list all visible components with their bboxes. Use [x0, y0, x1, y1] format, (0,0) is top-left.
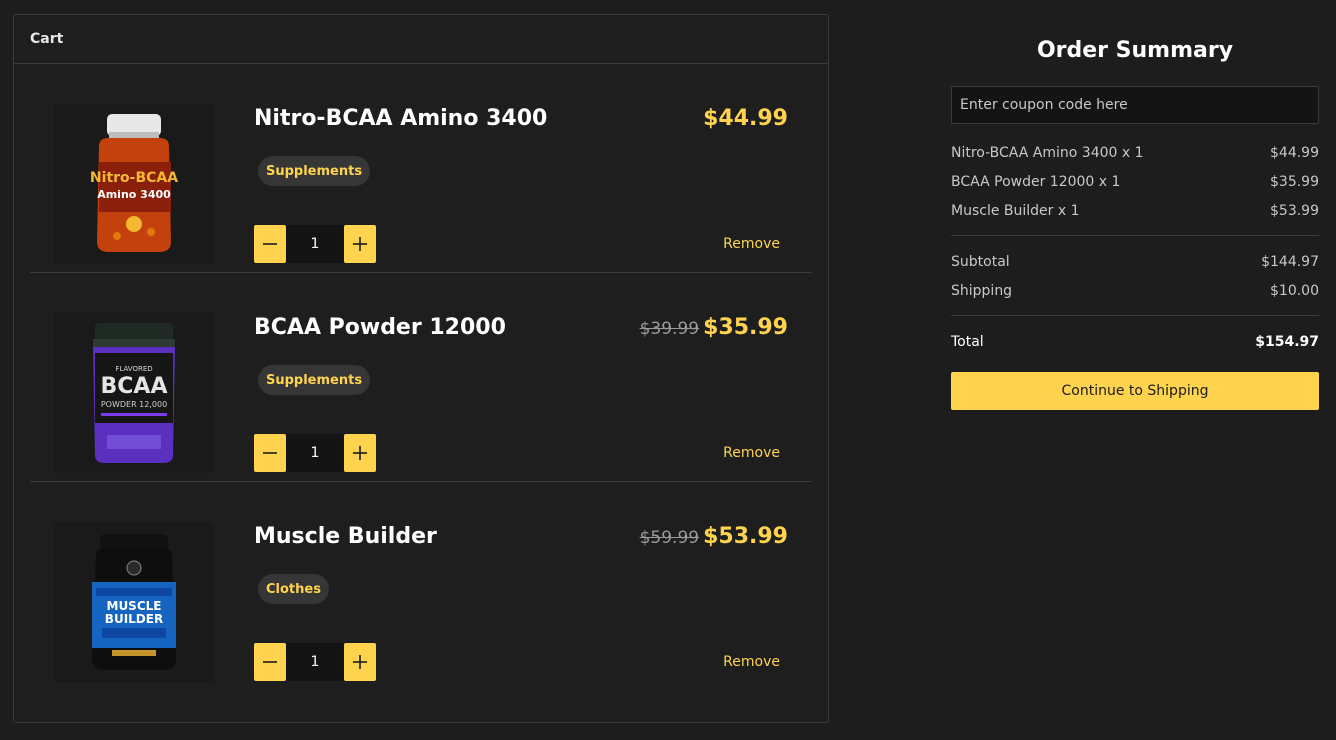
summary-line: Muscle Builder x 1 $53.99 [951, 196, 1319, 225]
original-price: $59.99 [639, 528, 700, 548]
minus-icon [263, 452, 277, 454]
continue-to-shipping-button[interactable]: Continue to Shipping [951, 372, 1319, 410]
summary-line-value: $35.99 [1270, 173, 1319, 190]
subtotal-label: Subtotal [951, 253, 1010, 270]
shipping-label: Shipping [951, 282, 1013, 299]
svg-text:Nitro-BCAA: Nitro-BCAA [90, 170, 178, 186]
summary-line: Nitro-BCAA Amino 3400 x 1 $44.99 [951, 138, 1319, 167]
total-value: $154.97 [1255, 333, 1319, 350]
plus-icon [353, 237, 367, 251]
svg-text:BCAA: BCAA [101, 374, 168, 399]
cart-item: FLAVORED BCAA POWDER 12,000 BCAA Powder … [30, 273, 812, 482]
remove-button[interactable]: Remove [723, 654, 780, 670]
decrement-button[interactable] [254, 434, 286, 472]
divider [951, 315, 1319, 316]
price-block: $39.99 $35.99 [640, 315, 788, 340]
subtotal-row: Subtotal $144.97 [951, 247, 1319, 276]
summary-line-label: BCAA Powder 12000 x 1 [951, 173, 1121, 190]
product-image[interactable]: MUSCLE BUILDER [54, 522, 214, 682]
supplement-tub-icon: MUSCLE BUILDER [92, 534, 176, 670]
shipping-row: Shipping $10.00 [951, 276, 1319, 305]
increment-button[interactable] [344, 434, 376, 472]
price-block: $59.99 $53.99 [640, 524, 788, 549]
svg-text:MUSCLE: MUSCLE [107, 599, 162, 613]
product-name[interactable]: Nitro-BCAA Amino 3400 [254, 106, 547, 131]
supplement-tub-icon: FLAVORED BCAA POWDER 12,000 [93, 323, 175, 463]
product-price: $35.99 [703, 315, 788, 340]
product-name[interactable]: BCAA Powder 12000 [254, 315, 506, 340]
quantity-stepper [254, 434, 376, 472]
product-price: $53.99 [703, 524, 788, 549]
decrement-button[interactable] [254, 643, 286, 681]
minus-icon [263, 661, 277, 663]
summary-line: BCAA Powder 12000 x 1 $35.99 [951, 167, 1319, 196]
coupon-input[interactable] [951, 86, 1319, 124]
summary-line-value: $44.99 [1270, 144, 1319, 161]
shipping-value: $10.00 [1270, 282, 1319, 299]
product-name[interactable]: Muscle Builder [254, 524, 437, 549]
plus-icon [353, 655, 367, 669]
cart-list: Nitro-BCAA Amino 3400 Nitro-BCAA Amino 3… [14, 64, 828, 691]
summary-line-value: $53.99 [1270, 202, 1319, 219]
category-badge: Supplements [258, 156, 371, 186]
svg-text:BUILDER: BUILDER [105, 612, 163, 626]
supplement-bottle-icon: Nitro-BCAA Amino 3400 [90, 114, 178, 252]
cart-header: Cart [14, 15, 828, 64]
svg-text:POWDER 12,000: POWDER 12,000 [101, 400, 167, 409]
quantity-input[interactable] [286, 225, 344, 263]
product-price: $44.99 [703, 106, 788, 131]
increment-button[interactable] [344, 225, 376, 263]
quantity-stepper [254, 643, 376, 681]
cart-panel: Cart Nitro-BCAA Amino 3400 Nitro-BCAA Am… [13, 14, 829, 723]
divider [951, 235, 1319, 236]
category-badge: Clothes [258, 574, 329, 604]
svg-text:FLAVORED: FLAVORED [115, 365, 152, 373]
remove-button[interactable]: Remove [723, 236, 780, 252]
total-row: Total $154.97 [951, 327, 1319, 356]
summary-line-label: Nitro-BCAA Amino 3400 x 1 [951, 144, 1144, 161]
product-image[interactable]: Nitro-BCAA Amino 3400 [54, 104, 214, 264]
quantity-input[interactable] [286, 434, 344, 472]
category-badge: Supplements [258, 365, 371, 395]
subtotal-value: $144.97 [1261, 253, 1319, 270]
svg-text:Amino 3400: Amino 3400 [97, 188, 171, 201]
increment-button[interactable] [344, 643, 376, 681]
quantity-stepper [254, 225, 376, 263]
original-price: $39.99 [639, 319, 700, 339]
cart-item: MUSCLE BUILDER Muscle Builder $59.99 $53… [30, 482, 812, 691]
cart-item: Nitro-BCAA Amino 3400 Nitro-BCAA Amino 3… [30, 64, 812, 273]
order-summary: Order Summary Nitro-BCAA Amino 3400 x 1 … [951, 38, 1319, 410]
minus-icon [263, 243, 277, 245]
total-label: Total [951, 333, 984, 350]
summary-title: Order Summary [1036, 38, 1234, 63]
summary-line-label: Muscle Builder x 1 [951, 202, 1080, 219]
plus-icon [353, 446, 367, 460]
decrement-button[interactable] [254, 225, 286, 263]
price-block: $44.99 [703, 106, 788, 131]
product-image[interactable]: FLAVORED BCAA POWDER 12,000 [54, 313, 214, 473]
quantity-input[interactable] [286, 643, 344, 681]
remove-button[interactable]: Remove [723, 445, 780, 461]
summary-lines: Nitro-BCAA Amino 3400 x 1 $44.99 BCAA Po… [951, 138, 1319, 225]
